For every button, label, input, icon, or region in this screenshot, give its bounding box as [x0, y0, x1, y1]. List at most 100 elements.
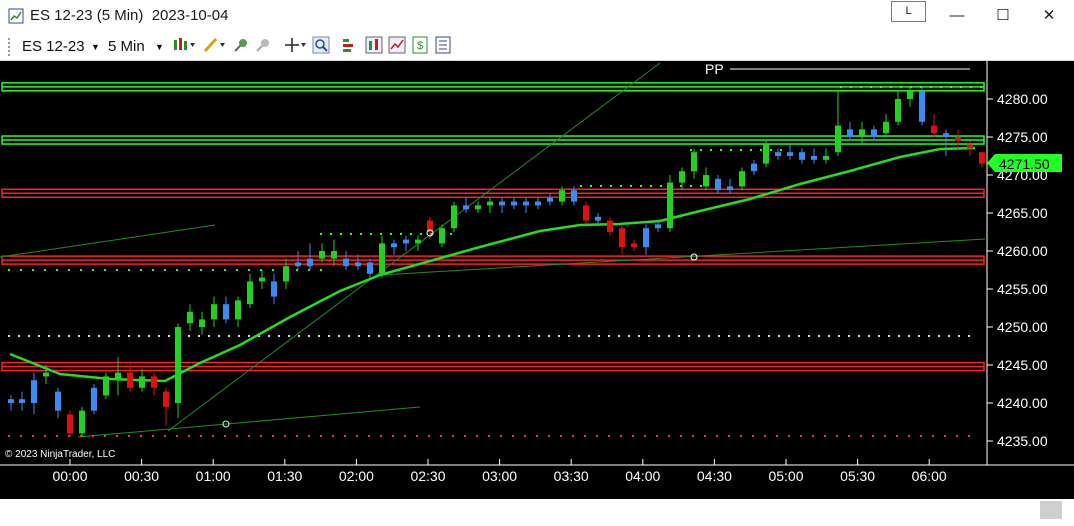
pivot-dot: [116, 269, 118, 271]
pivot-dot: [878, 335, 880, 337]
pivot-dot: [798, 335, 800, 337]
candle-body: [811, 156, 817, 160]
pivot-dot: [698, 335, 700, 337]
strategies-icon[interactable]: [388, 36, 406, 54]
pivot-dot: [224, 269, 226, 271]
candle-body: [727, 186, 733, 191]
pivot-dot: [32, 435, 34, 437]
chart-panel[interactable]: PP 4280.00 4275.00 4270.00 4265.00 4260.00 42…: [0, 61, 1074, 521]
pivot-dot: [956, 435, 958, 437]
pivot-dot: [28, 335, 30, 337]
chart-trader-icon[interactable]: $: [411, 36, 429, 54]
time-tick-label: 06:00: [912, 468, 947, 484]
instrument-selector[interactable]: ES 12-23: [22, 38, 85, 55]
price-tick-label: 4280.00: [997, 91, 1048, 107]
candle-body: [583, 205, 589, 221]
interval-selector[interactable]: 5 Min: [108, 38, 145, 55]
pivot-dot: [800, 435, 802, 437]
bar-type-icon[interactable]: [172, 36, 196, 54]
candle-body: [979, 152, 985, 164]
candle-body: [715, 178, 721, 191]
candle-body: [607, 220, 613, 232]
candle-body: [523, 201, 529, 206]
candle-body: [235, 300, 241, 320]
pivot-dot: [148, 335, 150, 337]
close-button[interactable]: ✕: [1026, 0, 1072, 32]
time-tick-label: 01:30: [267, 468, 302, 484]
chart-scrollbar[interactable]: [0, 499, 1074, 521]
pivot-dot: [638, 335, 640, 337]
chevron-down-icon[interactable]: ▼: [155, 42, 164, 52]
pivot-dot: [824, 435, 826, 437]
pivot-dot: [768, 335, 770, 337]
candle-body: [919, 91, 925, 122]
current-price-label: 4271.50: [999, 156, 1050, 172]
price-tick-label: 4240.00: [997, 395, 1048, 411]
time-tick-label: 02:30: [410, 468, 445, 484]
scroll-thumb[interactable]: [1040, 501, 1062, 519]
unpin-icon[interactable]: [254, 36, 272, 54]
drawing-tool-icon[interactable]: [202, 36, 226, 54]
pivot-dot: [632, 435, 634, 437]
pivot-dot: [508, 335, 510, 337]
candle-body: [967, 144, 973, 149]
pivot-dot: [338, 335, 340, 337]
price-chart[interactable]: PP 4280.004275.004270.004265.004260.0042…: [0, 61, 1074, 521]
pivot-dot: [644, 435, 646, 437]
candle-body: [871, 129, 877, 137]
pivot-dot: [650, 185, 652, 187]
pivot-dot: [740, 435, 742, 437]
candle-body: [343, 258, 349, 267]
toolbar-grip[interactable]: [8, 38, 12, 56]
pivot-dot: [740, 149, 742, 151]
pivot-dot: [476, 435, 478, 437]
link-button[interactable]: L: [891, 1, 926, 22]
pivot-dot: [836, 435, 838, 437]
candle-body: [883, 121, 889, 134]
pivot-dot: [948, 335, 950, 337]
pivot-dot: [128, 269, 130, 271]
pivot-dot: [658, 335, 660, 337]
candle-body: [115, 372, 121, 381]
zoom-icon[interactable]: [312, 36, 330, 54]
pivot-dot: [818, 335, 820, 337]
properties-icon[interactable]: [341, 36, 359, 54]
candle-body: [367, 262, 373, 274]
pivot-dot: [332, 435, 334, 437]
pivot-dot: [680, 435, 682, 437]
pivot-dot: [588, 335, 590, 337]
pivot-dot: [260, 435, 262, 437]
pivot-dot: [38, 335, 40, 337]
candle-body: [139, 376, 145, 388]
pivot-dot: [348, 335, 350, 337]
pivot-dot: [140, 269, 142, 271]
indicators-icon[interactable]: [365, 36, 383, 54]
pivot-dot: [970, 86, 972, 88]
pivot-dot: [488, 435, 490, 437]
pivot-dot: [418, 335, 420, 337]
candle-body: [643, 228, 649, 248]
pivot-dot: [848, 435, 850, 437]
candle-body: [19, 399, 25, 403]
pivot-dot: [88, 335, 90, 337]
minimize-button[interactable]: —: [934, 0, 980, 32]
price-tick-label: 4235.00: [997, 433, 1048, 449]
data-box-icon[interactable]: [434, 36, 452, 54]
pivot-dot: [380, 435, 382, 437]
pivot-dot: [880, 86, 882, 88]
pivot-dot: [958, 335, 960, 337]
pivot-dot: [788, 435, 790, 437]
pin-icon[interactable]: [232, 36, 250, 54]
maximize-button[interactable]: ☐: [980, 0, 1026, 32]
pivot-dot: [212, 435, 214, 437]
price-tick-label: 4255.00: [997, 281, 1048, 297]
candle-body: [955, 137, 961, 141]
pivot-dot: [278, 335, 280, 337]
time-tick-label: 03:30: [554, 468, 589, 484]
chevron-down-icon[interactable]: ▼: [91, 42, 100, 52]
crosshair-icon[interactable]: [284, 36, 308, 54]
pivot-dot: [308, 335, 310, 337]
pivot-dot: [248, 269, 250, 271]
pivot-dot: [408, 335, 410, 337]
pivot-dot: [884, 435, 886, 437]
